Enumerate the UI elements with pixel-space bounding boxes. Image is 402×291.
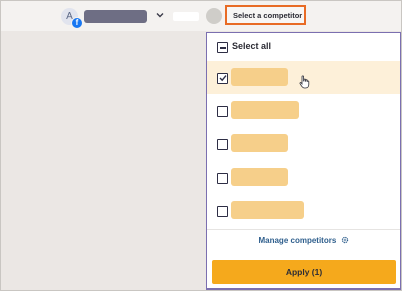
competitor-name-redacted (231, 101, 299, 119)
competitor-option[interactable] (207, 94, 400, 127)
gear-icon (341, 236, 348, 244)
competitor-option[interactable] (207, 161, 400, 194)
checkmark-icon (219, 75, 227, 82)
account-name-redacted[interactable] (84, 10, 147, 23)
top-bar: A f Select a competitor (1, 1, 401, 31)
chevron-down-icon[interactable] (154, 9, 166, 21)
competitor-option[interactable] (207, 127, 400, 160)
redacted-field (173, 12, 199, 21)
competitor-checkbox[interactable] (217, 139, 228, 150)
facebook-icon: f (71, 17, 83, 29)
select-all-checkbox[interactable] (217, 42, 228, 53)
competitor-option[interactable] (207, 194, 400, 227)
select-competitor-dropdown[interactable]: Select a competitor (225, 5, 306, 25)
competitor-avatar (206, 8, 222, 24)
select-competitor-label: Select a competitor (233, 10, 303, 20)
hand-cursor-icon (299, 75, 310, 89)
competitor-name-redacted (231, 134, 288, 152)
apply-button[interactable]: Apply (1) (212, 260, 396, 284)
competitor-name-redacted (231, 168, 288, 186)
select-all-label: Select all (232, 41, 272, 51)
manage-competitors-link[interactable]: Manage competitors (207, 236, 400, 252)
competitor-checkbox[interactable] (217, 106, 228, 117)
manage-competitors-label: Manage competitors (258, 236, 337, 245)
competitor-checkbox[interactable] (217, 206, 228, 217)
divider (207, 229, 400, 230)
select-all-option[interactable]: Select all (207, 33, 400, 61)
competitor-name-redacted (231, 201, 304, 219)
competitor-checkbox[interactable] (217, 73, 228, 84)
competitor-option[interactable] (207, 61, 400, 94)
competitor-checkbox[interactable] (217, 173, 228, 184)
app-frame: A f Select a competitor Select all Manag… (0, 0, 402, 291)
competitor-dropdown-panel: Select all Manage competitors Apply (1) (206, 32, 401, 290)
competitor-name-redacted (231, 68, 288, 86)
